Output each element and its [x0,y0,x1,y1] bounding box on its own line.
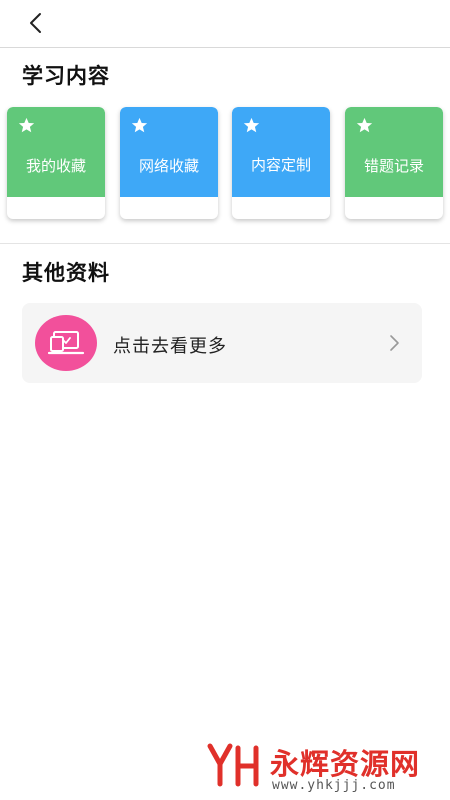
card-network-favorites[interactable]: 网络收藏 [120,107,218,219]
see-more-item[interactable]: 点击去看更多 [22,303,422,383]
site-logo [207,743,259,787]
laptop-icon [47,331,85,355]
watermark-url: www.yhkjjj.com [272,778,396,793]
star-icon [356,117,373,133]
card-my-favorites[interactable]: 我的收藏 [7,107,105,219]
star-icon [243,117,260,133]
see-more-label: 点击去看更多 [113,336,227,357]
watermark-name: 永辉资源网 [270,747,421,781]
card-label: 我的收藏 [25,157,86,175]
card-content-customization[interactable]: 内容定制 [232,107,330,219]
section-title-study-content: 学习内容 [22,64,110,88]
item-avatar [35,315,97,371]
card-wrong-questions[interactable]: 错题记录 [345,107,443,219]
card-label: 内容定制 [250,156,311,174]
top-bar [0,0,450,48]
card-label: 错题记录 [363,157,424,175]
card-label: 网络收藏 [138,157,199,175]
watermark: 永辉资源网 www.yhkjjj.com [200,738,440,796]
chevron-right-icon [390,335,399,351]
section-title-other-materials: 其他资料 [22,261,110,285]
section-divider [0,243,450,244]
back-button[interactable] [22,8,52,38]
star-icon [131,117,148,133]
star-icon [18,117,35,133]
